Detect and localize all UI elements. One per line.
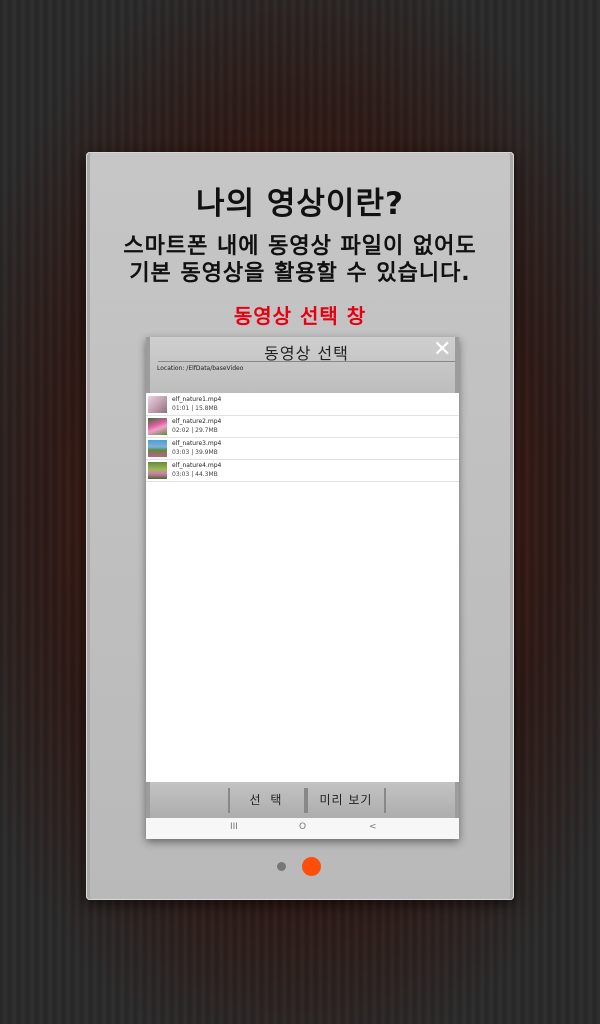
location-path: Location: /ElfData/baseVideo: [157, 365, 244, 372]
video-thumbnail: [148, 462, 167, 479]
page-indicator-1[interactable]: [277, 862, 286, 871]
file-name: elf_nature3.mp4: [172, 440, 222, 447]
recents-icon[interactable]: III: [230, 822, 238, 832]
video-thumbnail: [148, 396, 167, 413]
file-list: elf_nature1.mp4 01:01 | 15.8MB elf_natur…: [146, 394, 459, 482]
home-icon[interactable]: O: [299, 822, 306, 832]
file-name: elf_nature4.mp4: [172, 462, 222, 469]
description-line-2: 기본 동영상을 활용할 수 있습니다.: [129, 261, 471, 286]
list-item[interactable]: elf_nature3.mp4 03:03 | 39.9MB: [146, 438, 459, 460]
dialog-footer: 선 택 미리 보기: [146, 782, 459, 818]
video-thumbnail: [148, 440, 167, 457]
description: 스마트폰 내에 동영상 파일이 없어도 기본 동영상을 활용할 수 있습니다.: [0, 233, 600, 287]
dialog-header: 동영상 선택 ✕ Location: /ElfData/baseVideo: [146, 337, 459, 393]
file-name: elf_nature2.mp4: [172, 418, 222, 425]
list-item[interactable]: elf_nature1.mp4 01:01 | 15.8MB: [146, 394, 459, 416]
headline: 나의 영상이란?: [196, 186, 404, 222]
file-meta: 02:02 | 29.7MB: [172, 427, 218, 434]
header-divider: [158, 361, 455, 362]
page-indicator-2-active[interactable]: [302, 857, 321, 876]
preview-button[interactable]: 미리 보기: [306, 788, 386, 813]
video-select-screenshot: 동영상 선택 ✕ Location: /ElfData/baseVideo el…: [146, 337, 459, 839]
caption-label: 동영상 선택 창: [233, 304, 367, 328]
video-thumbnail: [148, 418, 167, 435]
file-meta: 01:01 | 15.8MB: [172, 405, 218, 412]
file-name: elf_nature1.mp4: [172, 396, 222, 403]
description-line-1: 스마트폰 내에 동영상 파일이 없어도: [123, 234, 477, 259]
list-item[interactable]: elf_nature2.mp4 02:02 | 29.7MB: [146, 416, 459, 438]
file-meta: 03:03 | 39.9MB: [172, 449, 218, 456]
back-icon[interactable]: <: [369, 822, 377, 832]
android-nav-bar: III O <: [146, 818, 459, 839]
file-meta: 03:03 | 44.3MB: [172, 471, 218, 478]
close-icon[interactable]: ✕: [433, 337, 451, 363]
select-button[interactable]: 선 택: [228, 788, 306, 813]
list-item[interactable]: elf_nature4.mp4 03:03 | 44.3MB: [146, 460, 459, 482]
